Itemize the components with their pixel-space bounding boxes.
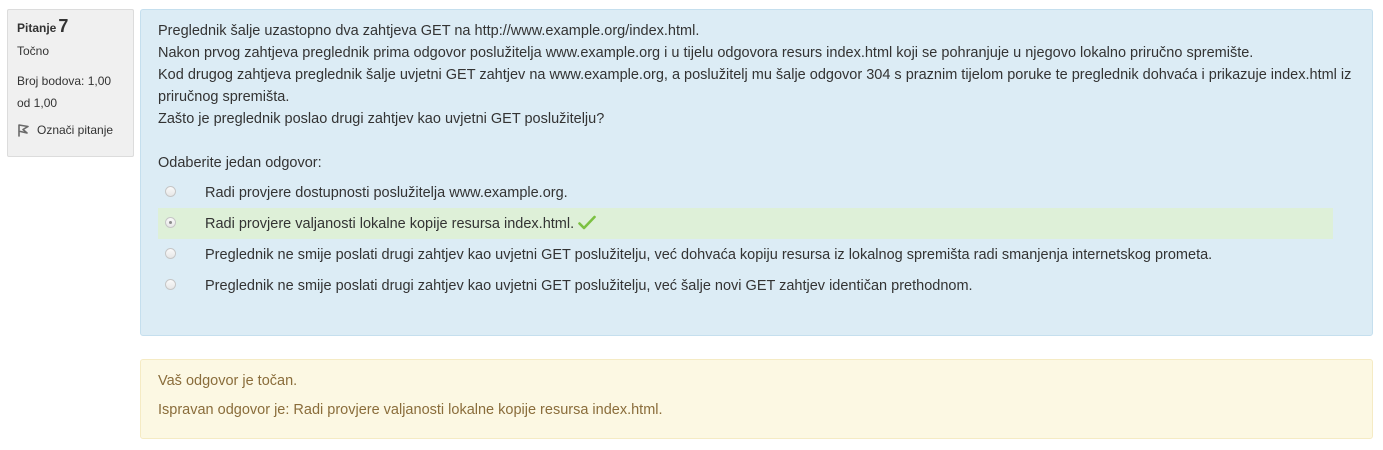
- question-text-line: Nakon prvog zahtjeva preglednik prima od…: [158, 45, 1254, 61]
- answer-radio[interactable]: [165, 248, 176, 259]
- right-answer: Ispravan odgovor je: Radi provjere valja…: [158, 402, 663, 418]
- grade-line-2: od 1,00: [17, 96, 58, 110]
- answer-radio[interactable]: [165, 279, 176, 290]
- question-text-line: Kod drugog zahtjeva preglednik šalje uvj…: [158, 67, 1352, 105]
- question-text-line: Preglednik šalje uzastopno dva zahtjeva …: [158, 23, 700, 39]
- answer-label: Radi provjere valjanosti lokalne kopije …: [205, 216, 575, 232]
- question-state: Točno: [17, 44, 50, 58]
- answer-option-4[interactable]: Preglednik ne smije poslati drugi zahtje…: [158, 270, 1333, 301]
- question-text-line: Zašto je preglednik poslao drugi zahtjev…: [158, 111, 605, 127]
- answer-option-3[interactable]: Preglednik ne smije poslati drugi zahtje…: [158, 239, 1333, 270]
- answer-option-2[interactable]: Radi provjere valjanosti lokalne kopije …: [158, 208, 1333, 239]
- question-formulation: Preglednik šalje uzastopno dva zahtjeva …: [140, 9, 1373, 336]
- checkmark-icon: [578, 215, 596, 230]
- grade-line-1: Broj bodova: 1,00: [17, 74, 112, 88]
- answer-label: Radi provjere dostupnosti poslužitelja w…: [205, 185, 568, 201]
- general-feedback: Vaš odgovor je točan.: [158, 373, 298, 389]
- question-number-heading: Pitanje 7: [17, 16, 124, 38]
- answer-label: Preglednik ne smije poslati drugi zahtje…: [205, 247, 1213, 263]
- answer-radio[interactable]: [165, 186, 176, 197]
- question-label: Pitanje: [17, 21, 57, 35]
- question-feedback: Vaš odgovor je točan. Ispravan odgovor j…: [140, 359, 1373, 439]
- answer-prompt: Odaberite jedan odgovor:: [158, 155, 322, 171]
- answer-label: Preglednik ne smije poslati drugi zahtje…: [205, 278, 973, 294]
- answer-option-1[interactable]: Radi provjere dostupnosti poslužitelja w…: [158, 177, 1333, 208]
- answer-list: Radi provjere dostupnosti poslužitelja w…: [158, 177, 1356, 301]
- flag-icon: [18, 124, 29, 137]
- question-text: Preglednik šalje uzastopno dva zahtjeva …: [158, 20, 1356, 130]
- flag-question-label: Označi pitanje: [37, 123, 114, 137]
- question-info-panel: Pitanje 7 Točno Broj bodova: 1,00 od 1,00…: [7, 9, 134, 157]
- answer-radio-selected[interactable]: [165, 217, 176, 228]
- question-number: 7: [58, 16, 69, 36]
- answer-label-wrap: Radi provjere valjanosti lokalne kopije …: [205, 213, 596, 235]
- question-grade: Broj bodova: 1,00 od 1,00: [17, 70, 124, 114]
- flag-question-link[interactable]: Označi pitanje: [17, 121, 124, 139]
